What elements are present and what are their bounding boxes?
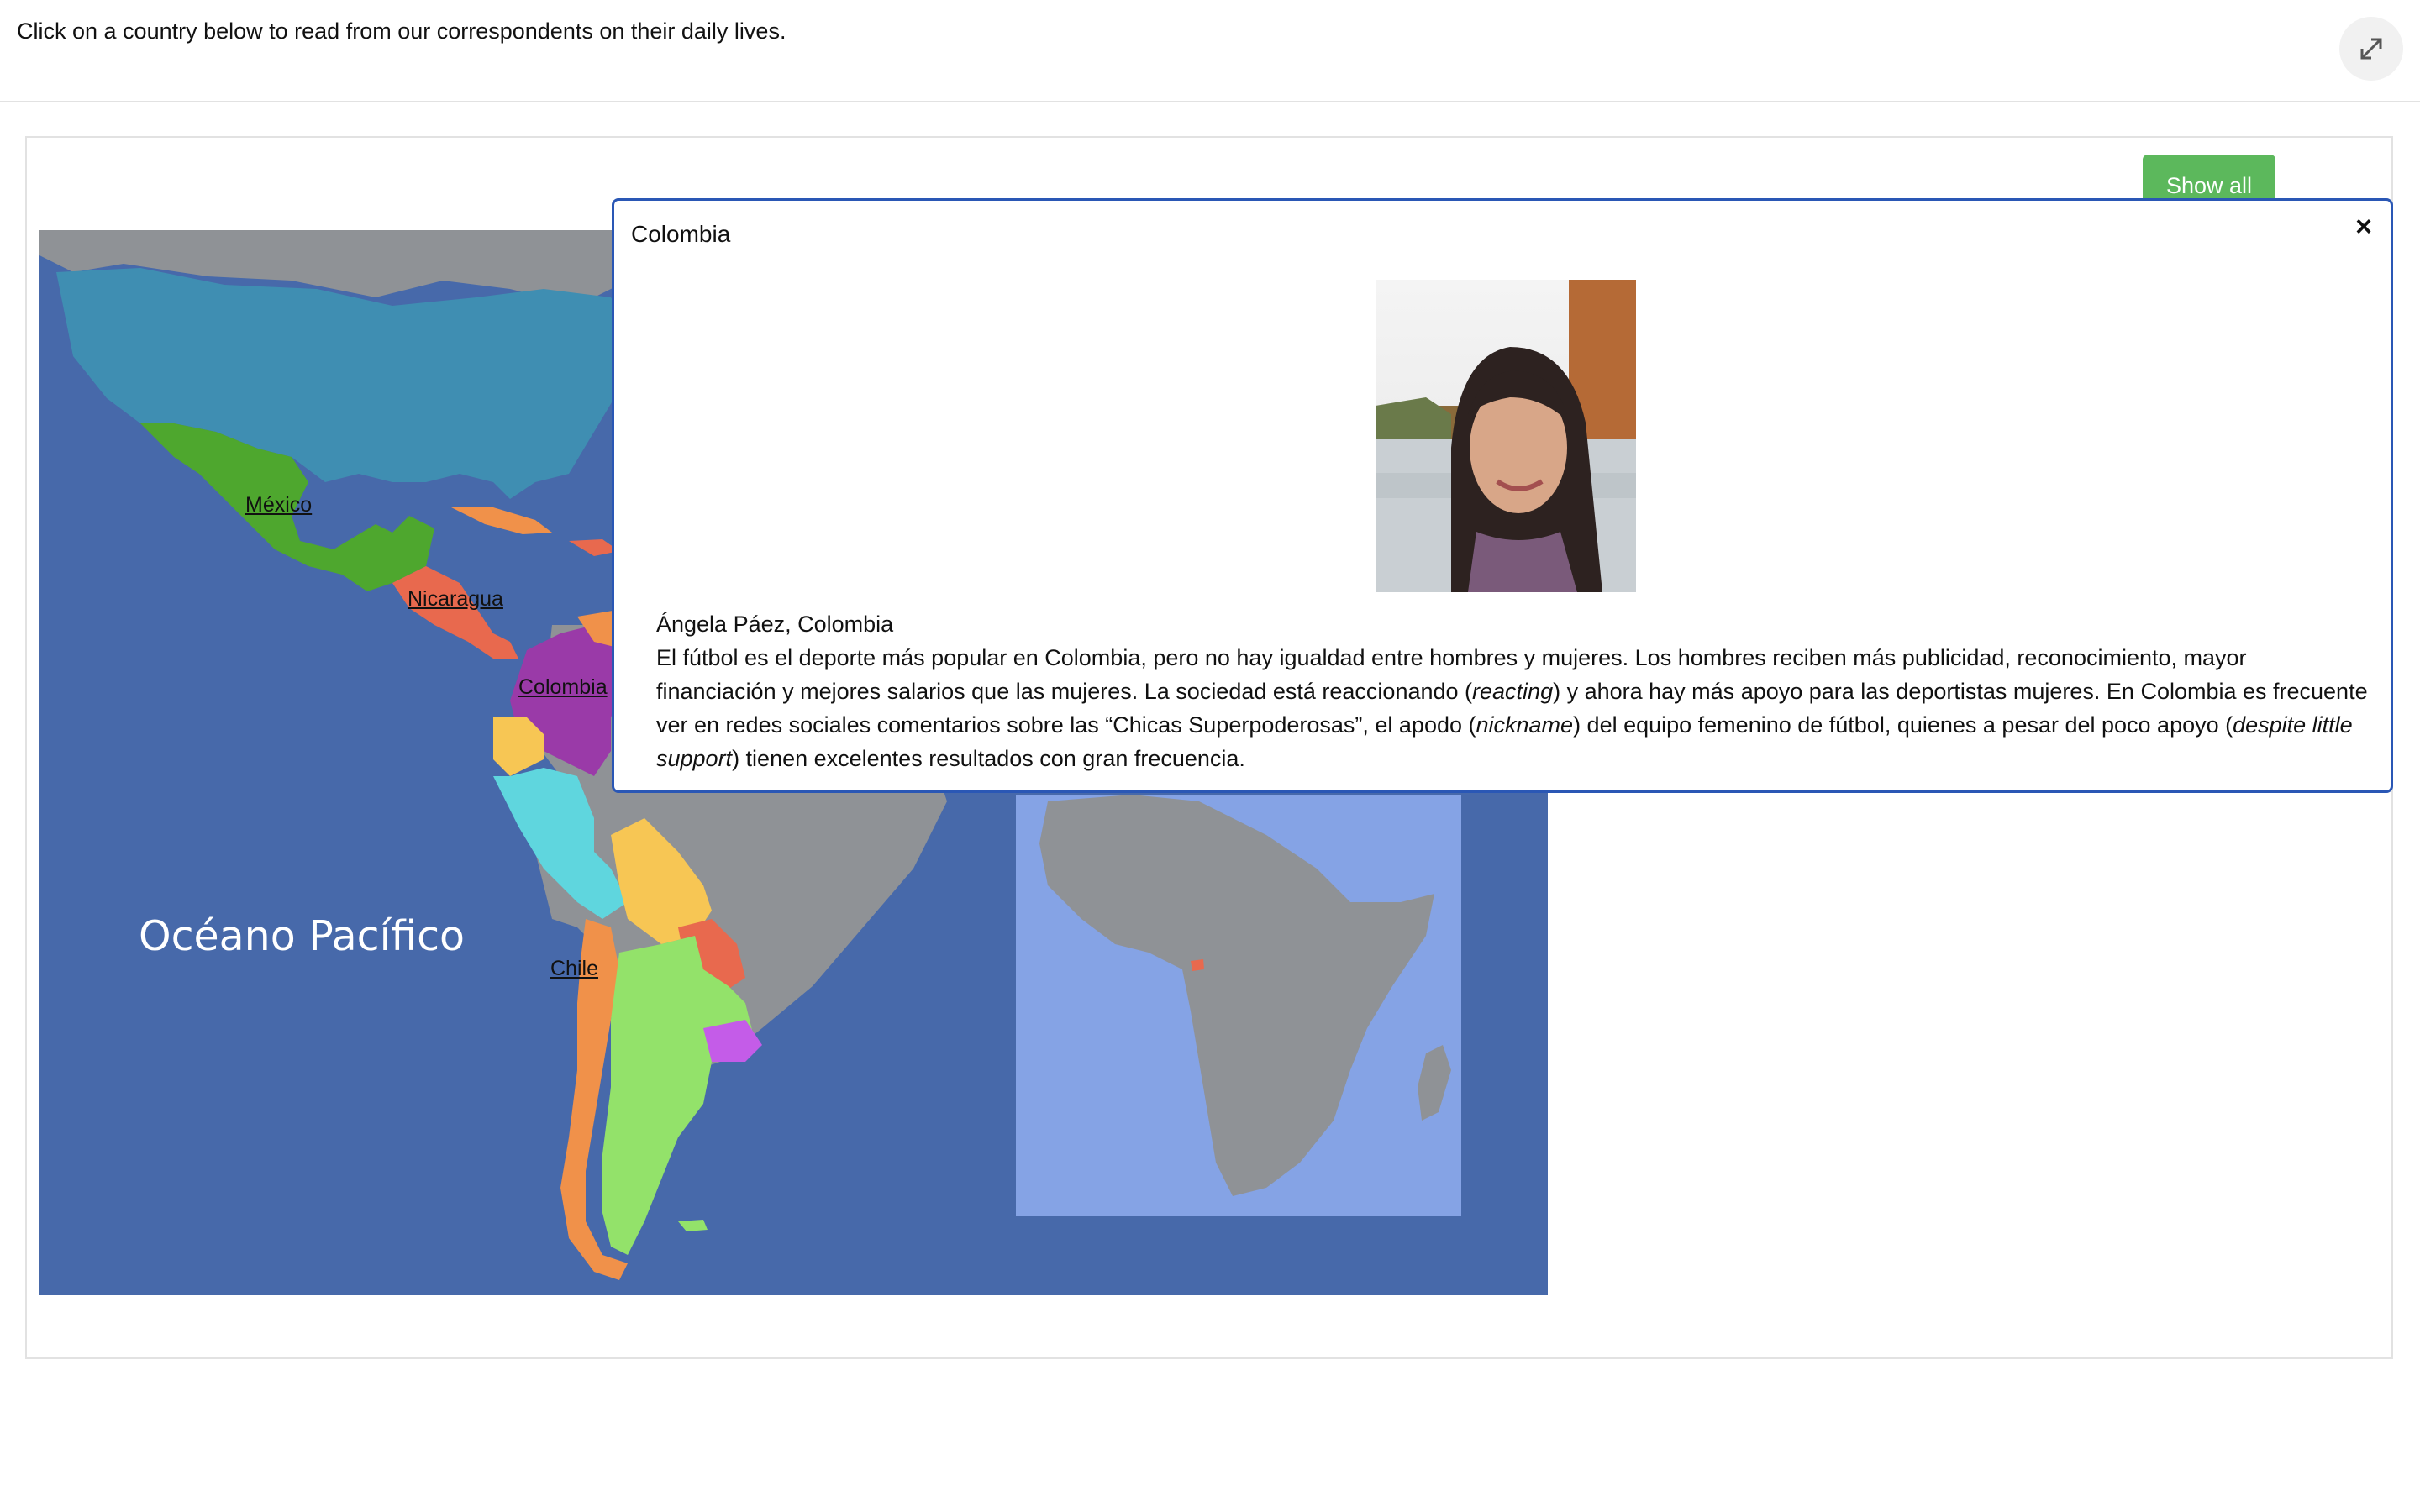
show-all-button[interactable]: Show all — [2143, 155, 2275, 205]
instructions-text: Click on a country below to read from ou… — [17, 18, 786, 44]
correspondent-story: El fútbol es el deporte más popular en C… — [656, 645, 2368, 771]
popup-title: Colombia — [631, 221, 731, 247]
country-link-nicaragua[interactable]: Nicaragua — [408, 587, 503, 612]
equatorial-guinea-shape — [1191, 959, 1204, 971]
country-link-colombia[interactable]: Colombia — [518, 675, 608, 700]
correspondent-name: Ángela Páez, Colombia — [656, 612, 894, 637]
popup-body: Ángela Páez, Colombia El fútbol es el de… — [656, 607, 2370, 775]
correspondent-photo — [1376, 280, 1636, 592]
fullscreen-button[interactable] — [2339, 17, 2403, 81]
usa-shape — [56, 268, 628, 499]
falklands-shape — [678, 1220, 708, 1231]
top-bar: Click on a country below to read from ou… — [0, 0, 2420, 102]
close-icon[interactable]: × — [2347, 209, 2381, 243]
pacific-ocean-label: Océano Pacífico — [139, 912, 466, 960]
country-link-chile[interactable]: Chile — [550, 957, 598, 981]
country-popup: Colombia × Ángela Páez, Colombia El fútb… — [612, 198, 2393, 793]
central-america-shape — [392, 566, 518, 659]
cuba-shape — [451, 507, 552, 534]
expand-icon — [2360, 38, 2382, 60]
country-link-mexico[interactable]: México — [245, 493, 312, 517]
